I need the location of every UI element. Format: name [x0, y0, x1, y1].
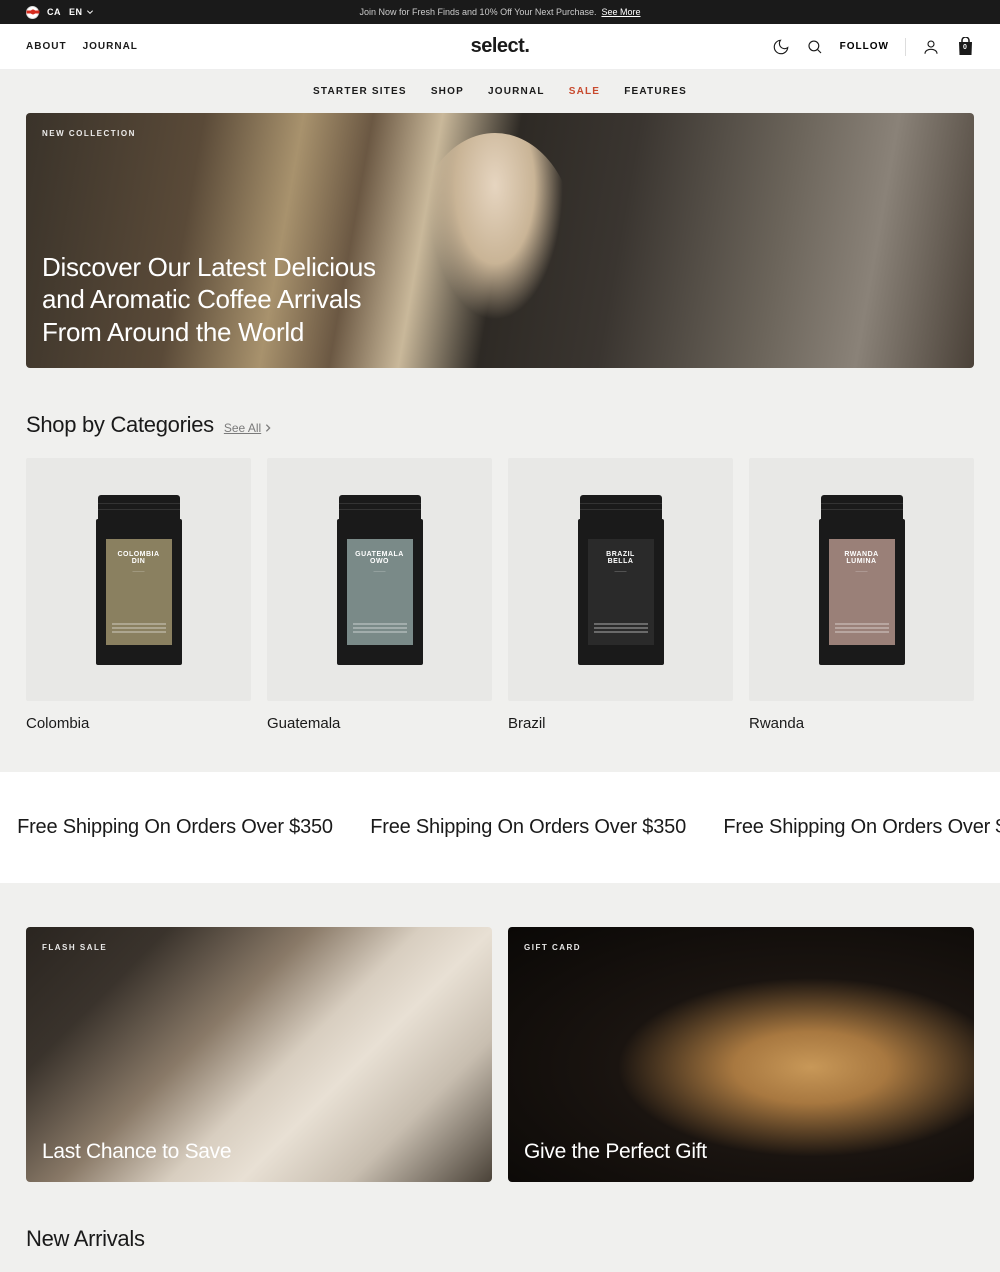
nav-shop[interactable]: SHOP	[431, 86, 464, 97]
category-card-colombia[interactable]: COLOMBIA DIN ——— Colombia	[26, 458, 251, 732]
site-logo[interactable]: select.	[471, 35, 530, 58]
category-image: BRAZIL BELLA ———	[508, 458, 733, 701]
category-name: Colombia	[26, 715, 251, 732]
follow-button[interactable]: FOLLOW	[840, 41, 889, 52]
hero-label: NEW COLLECTION	[42, 129, 136, 138]
see-more-link[interactable]: See More	[601, 7, 640, 17]
bag-title: COLOMBIA DIN	[112, 551, 166, 565]
marquee-item: Free Shipping On Orders Over $350	[354, 816, 702, 838]
search-button[interactable]	[806, 38, 824, 56]
about-link[interactable]: ABOUT	[26, 41, 67, 52]
hero-banner[interactable]: NEW COLLECTION Discover Our Latest Delic…	[26, 113, 974, 368]
see-all-link[interactable]: See All	[224, 421, 273, 435]
category-image: RWANDA LUMINA ———	[749, 458, 974, 701]
announcement-bar: CA EN Join Now for Fresh Finds and 10% O…	[0, 0, 1000, 24]
search-icon	[806, 38, 824, 56]
category-name: Brazil	[508, 715, 733, 732]
language-code: EN	[69, 7, 83, 17]
category-image: GUATEMALA OWO ———	[267, 458, 492, 701]
dark-mode-toggle[interactable]	[772, 38, 790, 56]
nav-journal[interactable]: JOURNAL	[488, 86, 545, 97]
category-card-brazil[interactable]: BRAZIL BELLA ——— Brazil	[508, 458, 733, 732]
category-card-guatemala[interactable]: GUATEMALA OWO ——— Guatemala	[267, 458, 492, 732]
categories-header: Shop by Categories See All	[26, 412, 974, 438]
header-left-nav: ABOUT JOURNAL	[26, 41, 138, 52]
main-nav: STARTER SITES SHOP JOURNAL SALE FEATURES	[0, 70, 1000, 113]
account-button[interactable]	[922, 38, 940, 56]
nav-features[interactable]: FEATURES	[624, 86, 687, 97]
categories-section: Shop by Categories See All COLOMBIA DIN …	[0, 412, 1000, 732]
locale-selector[interactable]: CA EN	[26, 6, 94, 19]
nav-sale[interactable]: SALE	[569, 86, 600, 97]
marquee-item: Free Shipping On Orders Over $350	[707, 816, 1000, 838]
coffee-bag-icon: BRAZIL BELLA ———	[578, 495, 664, 665]
bag-title: BRAZIL BELLA	[594, 551, 648, 565]
promo-label: GIFT CARD	[524, 943, 581, 952]
announcement-text: Join Now for Fresh Finds and 10% Off You…	[360, 7, 597, 17]
see-all-text: See All	[224, 421, 261, 435]
shipping-marquee: $350 Free Shipping On Orders Over $350 F…	[0, 772, 1000, 883]
header-right: FOLLOW 0	[772, 38, 974, 56]
nav-starter-sites[interactable]: STARTER SITES	[313, 86, 407, 97]
cart-count: 0	[963, 44, 967, 51]
category-image: COLOMBIA DIN ———	[26, 458, 251, 701]
promo-flash-sale[interactable]: FLASH SALE Last Chance to Save	[26, 927, 492, 1182]
category-card-rwanda[interactable]: RWANDA LUMINA ——— Rwanda	[749, 458, 974, 732]
marquee-item: Free Shipping On Orders Over $350	[1, 816, 349, 838]
promo-title: Last Chance to Save	[42, 1140, 231, 1164]
bag-title: RWANDA LUMINA	[835, 551, 889, 565]
new-arrivals-title: New Arrivals	[26, 1226, 974, 1252]
new-arrivals-section: New Arrivals	[0, 1182, 1000, 1272]
country-code: CA	[47, 7, 61, 17]
site-header: ABOUT JOURNAL select. FOLLOW 0	[0, 24, 1000, 70]
coffee-bag-icon: RWANDA LUMINA ———	[819, 495, 905, 665]
coffee-bag-icon: GUATEMALA OWO ———	[337, 495, 423, 665]
announcement-message: Join Now for Fresh Finds and 10% Off You…	[360, 7, 641, 17]
flag-ca-icon	[26, 6, 39, 19]
categories-title: Shop by Categories	[26, 412, 214, 438]
journal-link[interactable]: JOURNAL	[83, 41, 138, 52]
chevron-down-icon	[86, 8, 94, 16]
chevron-right-icon	[263, 423, 273, 433]
cart-button[interactable]: 0	[956, 38, 974, 56]
promo-label: FLASH SALE	[42, 943, 107, 952]
promo-section: FLASH SALE Last Chance to Save GIFT CARD…	[0, 883, 1000, 1182]
category-name: Rwanda	[749, 715, 974, 732]
bag-title: GUATEMALA OWO	[353, 551, 407, 565]
moon-icon	[772, 38, 790, 56]
category-grid: COLOMBIA DIN ——— Colombia GUATEMALA OWO …	[26, 458, 974, 732]
separator	[905, 38, 906, 56]
user-icon	[922, 38, 940, 56]
promo-gift-card[interactable]: GIFT CARD Give the Perfect Gift	[508, 927, 974, 1182]
coffee-bag-icon: COLOMBIA DIN ———	[96, 495, 182, 665]
promo-title: Give the Perfect Gift	[524, 1140, 707, 1164]
category-name: Guatemala	[267, 715, 492, 732]
hero-title: Discover Our Latest Delicious and Aromat…	[42, 251, 382, 349]
language-selector[interactable]: EN	[69, 7, 94, 17]
